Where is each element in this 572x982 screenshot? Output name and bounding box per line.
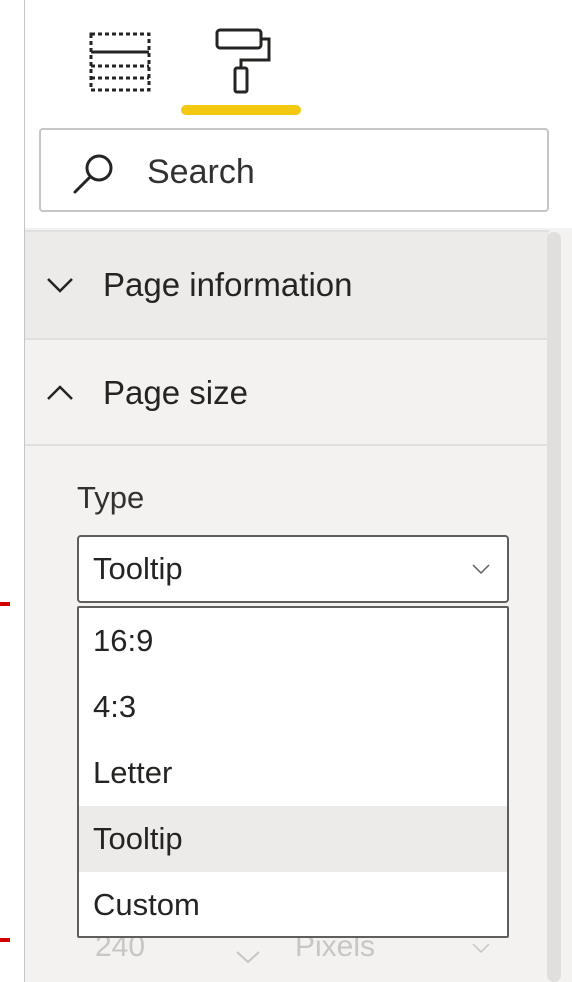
section-label: Page information [103, 266, 353, 303]
type-dropdown[interactable]: Tooltip [77, 535, 509, 603]
annotation-mark [0, 602, 10, 606]
active-tab-indicator [181, 105, 301, 115]
dropdown-option-4-3[interactable]: 4:3 [79, 674, 507, 740]
divider [25, 444, 549, 446]
fields-grid-icon [89, 32, 151, 92]
search-box[interactable]: Search [39, 128, 549, 212]
type-dropdown-options: 16:9 4:3 Letter Tooltip Custom [77, 606, 509, 938]
chevron-down-icon [472, 564, 490, 575]
format-tab[interactable] [203, 24, 275, 96]
dropdown-option-tooltip[interactable]: Tooltip [79, 806, 507, 872]
chevron-down-icon [236, 951, 260, 964]
section-page-information[interactable]: Page information [25, 230, 549, 338]
chevron-down-icon [47, 278, 73, 293]
annotation-mark [0, 938, 10, 942]
fields-tab[interactable] [85, 24, 157, 96]
chevron-up-icon [47, 385, 73, 400]
dropdown-option-custom[interactable]: Custom [79, 872, 507, 936]
section-page-size[interactable]: Page size [25, 338, 549, 446]
dropdown-option-16-9[interactable]: 16:9 [79, 608, 507, 674]
paint-roller-icon [215, 28, 271, 94]
search-input[interactable]: Search [147, 130, 255, 214]
dropdown-option-letter[interactable]: Letter [79, 740, 507, 806]
type-label: Type [77, 480, 145, 515]
search-icon [73, 154, 113, 194]
chevron-down-icon [472, 943, 490, 954]
type-dropdown-value: Tooltip [93, 551, 183, 586]
section-label: Page size [103, 374, 248, 411]
scrollbar[interactable] [547, 232, 561, 982]
format-pane: Search Page information Page size Type T… [24, 0, 572, 982]
pane-header: Search [25, 0, 572, 228]
